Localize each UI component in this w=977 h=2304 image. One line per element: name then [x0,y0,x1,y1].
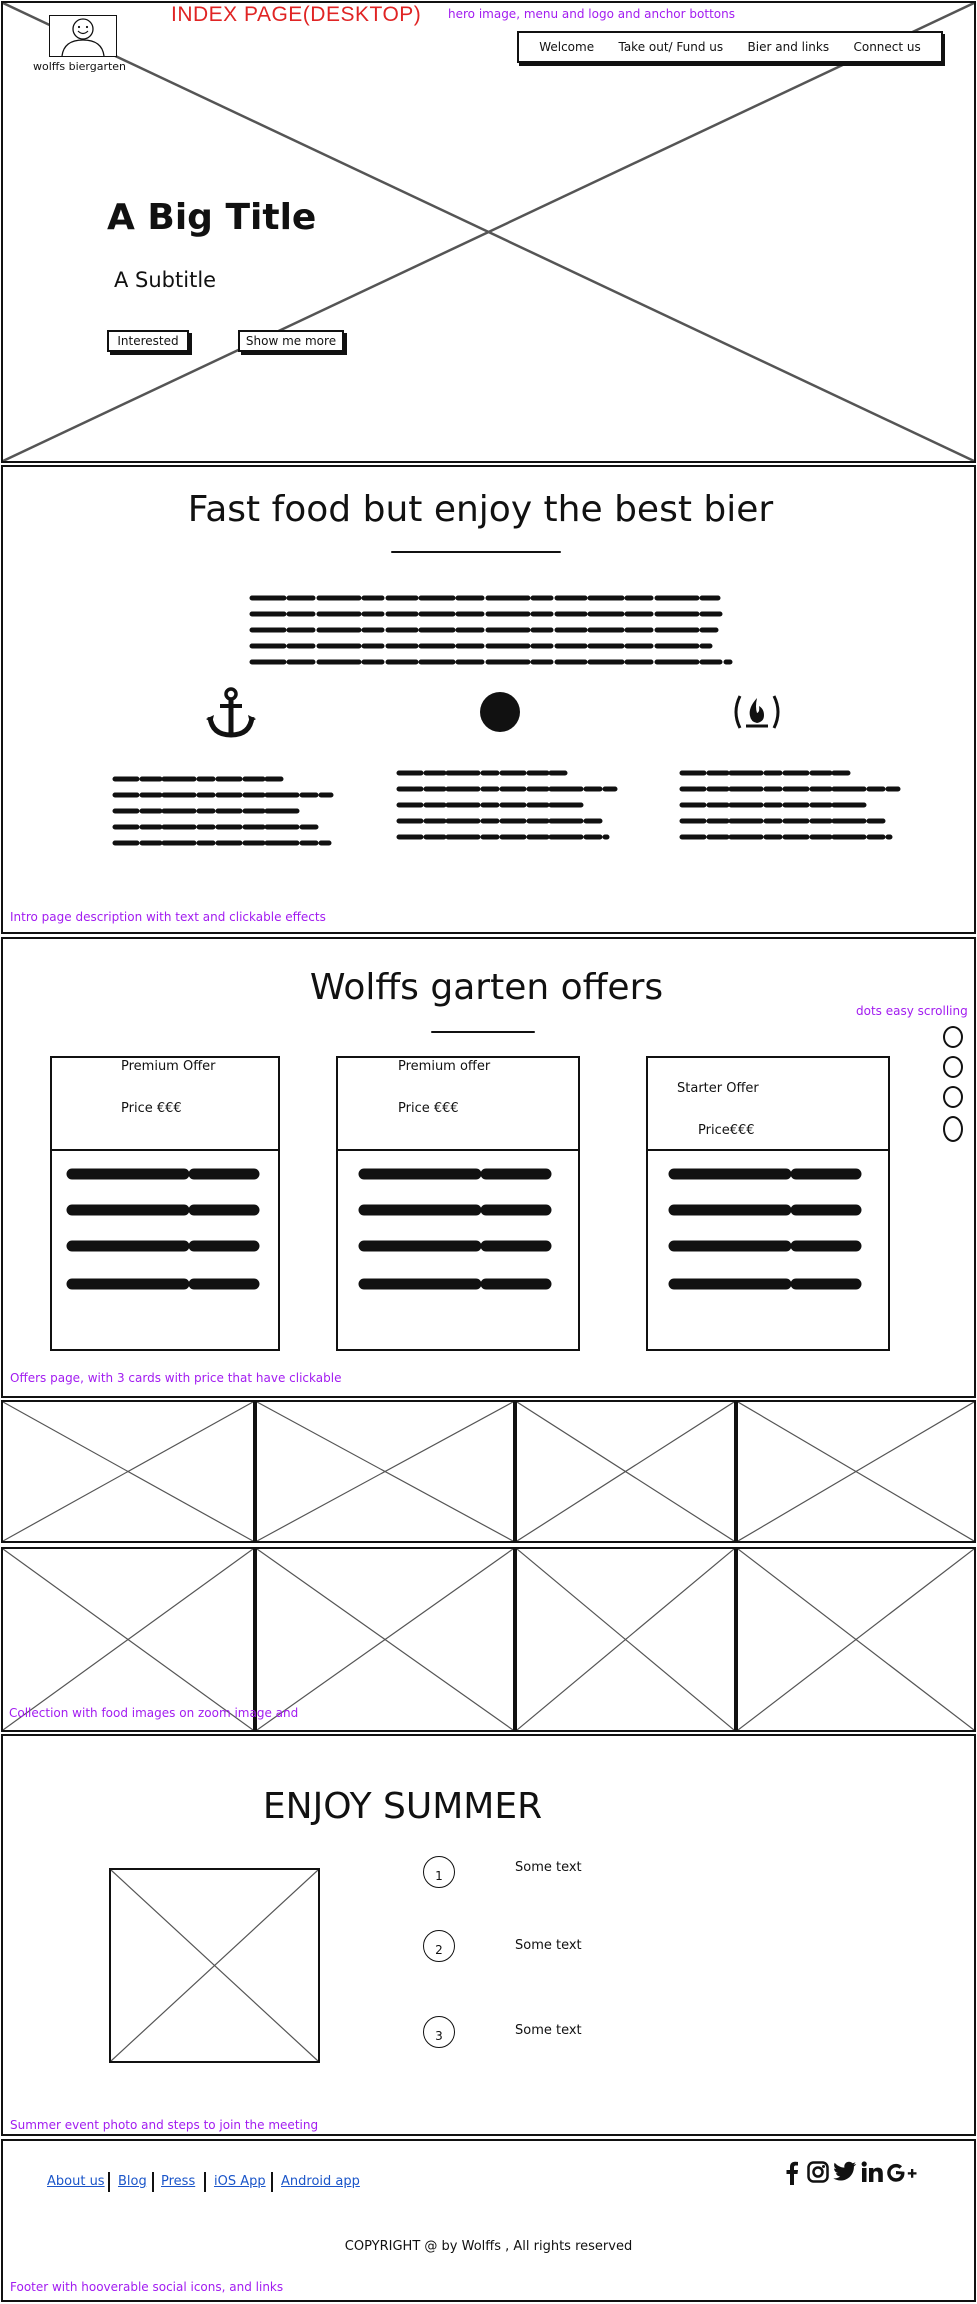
twitter-icon[interactable] [833,2161,857,2187]
nav-item-connect[interactable]: Connect us [853,40,920,54]
step-number-3: 3 [423,2016,455,2048]
summer-event-photo [109,1868,320,2063]
google-plus-icon[interactable] [887,2163,917,2187]
hero-subtitle: A Subtitle [114,268,217,292]
footer-separator [152,2172,154,2192]
logo[interactable] [49,15,117,57]
intro-annotation: Intro page description with text and cli… [10,910,326,924]
step-text-3: Some text [515,2023,582,2038]
step-number-2: 2 [423,1930,455,1962]
feature-text-scribble-3 [679,770,901,840]
card-divider [52,1149,278,1151]
step-number-1: 1 [423,1856,455,1888]
footer-link-ios[interactable]: iOS App [214,2174,266,2189]
offer-card-price: Price €€€ [398,1101,459,1116]
footer-section: About us Blog Press iOS App Android app … [1,2139,976,2302]
page-title: INDEX PAGE(DESKTOP) [171,3,422,26]
offer-card-text-scribble [668,1168,874,1290]
main-nav: Welcome Take out/ Fund us Bier and links… [517,31,943,63]
step-text-1: Some text [515,1860,582,1875]
feature-text-scribble-2 [396,770,618,840]
gallery-image[interactable] [1,1547,255,1732]
scroll-dot-4[interactable] [943,1116,963,1142]
hero-annotation: hero image, menu and logo and anchor bot… [448,7,735,21]
gallery-section: Collection with food images on zoom imag… [1,1400,976,1732]
scroll-dot-3[interactable] [943,1086,963,1108]
step-text-2: Some text [515,1938,582,1953]
offer-card-price: Price €€€ [121,1101,182,1116]
summer-section: ENJOY SUMMER 1 Some text 2 Some text 3 S… [1,1734,976,2136]
footer-separator [271,2172,273,2192]
logo-text: wolffs biergarten [33,60,127,73]
circle-icon[interactable] [477,689,523,735]
offers-heading: Wolffs garten offers [309,967,664,1008]
offer-card-1[interactable]: Premium Offer Price €€€ [50,1056,280,1351]
nav-item-welcome[interactable]: Welcome [539,40,594,54]
offer-card-text-scribble [66,1168,271,1290]
offer-card-3[interactable]: Starter Offer Price€€€ [646,1056,890,1351]
intro-section: Fast food but enjoy the best bier Intro … [1,465,976,934]
offer-card-price: Price€€€ [698,1123,755,1138]
anchor-icon[interactable] [203,685,259,741]
gallery-image[interactable] [736,1400,976,1543]
hero-section: wolffs biergarten INDEX PAGE(DESKTOP) he… [1,1,976,463]
heading-underline [391,551,561,553]
scroll-dot-2[interactable] [943,1056,963,1078]
footer-annotation: Footer with hooverable social icons, and… [10,2280,284,2294]
freecodecamp-icon[interactable] [729,691,785,733]
nav-item-bier-links[interactable]: Bier and links [748,40,830,54]
summer-annotation: Summer event photo and steps to join the… [10,2118,319,2132]
footer-link-blog[interactable]: Blog [118,2174,147,2189]
scroll-dot-1[interactable] [943,1026,963,1048]
hero-title: A Big Title [107,197,317,238]
nav-item-take-out[interactable]: Take out/ Fund us [618,40,723,54]
gallery-image[interactable] [255,1547,515,1732]
gallery-image[interactable] [515,1547,736,1732]
show-more-button[interactable]: Show me more [238,330,344,352]
intro-paragraph-scribble [249,595,733,665]
footer-link-android[interactable]: Android app [281,2174,360,2189]
interested-button[interactable]: Interested [107,330,189,352]
footer-link-press[interactable]: Press [161,2174,195,2189]
footer-separator [204,2172,206,2192]
offer-card-text-scribble [358,1168,564,1290]
dots-annotation: dots easy scrolling [856,1004,968,1018]
card-divider [648,1149,888,1151]
gallery-image[interactable] [1,1400,255,1543]
summer-heading: ENJOY SUMMER [262,1786,543,1827]
facebook-icon[interactable] [785,2161,799,2189]
intro-heading: Fast food but enjoy the best bier [187,489,774,530]
heading-underline [431,1031,535,1033]
card-divider [338,1149,578,1151]
footer-separator [108,2172,110,2192]
offers-section: Wolffs garten offers dots easy scrolling… [1,937,976,1398]
gallery-image[interactable] [255,1400,515,1543]
instagram-icon[interactable] [807,2161,829,2187]
copyright-text: COPYRIGHT @ by Wolffs , All rights reser… [344,2239,633,2254]
offer-card-name: Starter Offer [677,1081,759,1096]
linkedin-icon[interactable] [861,2161,883,2187]
offer-card-name: Premium offer [398,1059,491,1074]
offers-annotation: Offers page, with 3 cards with price tha… [10,1371,342,1385]
offer-card-name: Premium Offer [121,1059,216,1074]
gallery-image[interactable] [736,1547,976,1732]
offer-card-2[interactable]: Premium offer Price €€€ [336,1056,580,1351]
footer-link-about[interactable]: About us [47,2174,105,2189]
feature-text-scribble-1 [112,776,334,846]
gallery-image[interactable] [515,1400,736,1543]
gallery-annotation: Collection with food images on zoom imag… [9,1706,299,1720]
